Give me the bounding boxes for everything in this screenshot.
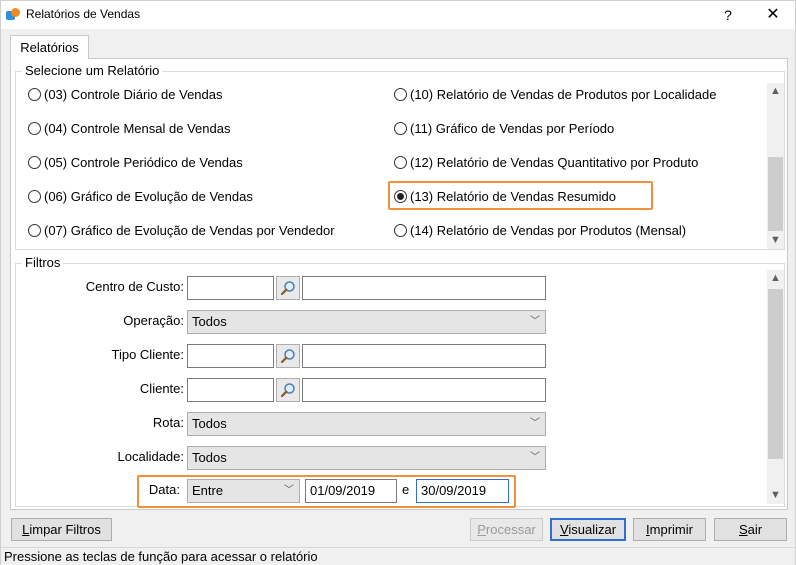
data-mode-value: Entre (192, 483, 224, 498)
report-option-label: (11) Gráfico de Vendas por Período (410, 120, 615, 136)
centro-custo-label: Centro de Custo: (85, 279, 184, 294)
operacao-label: Operação: (123, 313, 184, 328)
close-button[interactable]: ✕ (763, 5, 783, 25)
button-label: air (747, 522, 763, 537)
tipo-cliente-search-icon[interactable] (276, 344, 300, 368)
report-option-07[interactable]: (07) Gráfico de Evolução de Vendas por V… (28, 219, 335, 241)
data-separator: e (402, 482, 410, 497)
report-option-label: (06) Gráfico de Evolução de Vendas (44, 188, 253, 204)
radio-icon (394, 155, 407, 169)
localidade-value: Todos (192, 450, 227, 465)
centro-custo-desc-input[interactable] (302, 276, 546, 300)
data-to-input[interactable]: 30/09/2019 (416, 479, 509, 503)
report-option-label: (14) Relatório de Vendas por Produtos (M… (410, 222, 687, 238)
report-option-12[interactable]: (12) Relatório de Vendas Quantitativo po… (394, 151, 698, 173)
help-button[interactable]: ? (718, 5, 738, 25)
mnemonic: S (738, 522, 748, 537)
tab-relatorios[interactable]: Relatórios (10, 35, 89, 59)
scroll-down-icon[interactable]: ▼ (767, 487, 784, 504)
report-option-06[interactable]: (06) Gráfico de Evolução de Vendas (28, 185, 253, 207)
imprimir-button[interactable]: Imprimir (633, 518, 706, 541)
report-option-label: (10) Relatório de Vendas de Produtos por… (410, 86, 717, 102)
data-mode-select[interactable]: Entre ﹀ (187, 479, 300, 503)
reports-group: Selecione um Relatório (03) Controle Diá… (15, 63, 785, 250)
localidade-select[interactable]: Todos ﹀ (187, 446, 546, 470)
data-label: Data: (148, 482, 180, 497)
scroll-down-icon[interactable]: ▼ (767, 232, 784, 249)
reports-group-label: Selecione um Relatório (22, 63, 163, 78)
radio-icon (28, 121, 41, 135)
rota-label: Rota: (152, 415, 184, 430)
radio-icon (394, 87, 407, 101)
radio-icon (28, 189, 41, 203)
radio-icon (394, 121, 407, 135)
status-bar: Pressione as teclas de função para acess… (1, 547, 795, 565)
limpar-filtros-button[interactable]: Limpar Filtros (11, 518, 112, 541)
radio-icon (28, 87, 41, 101)
report-option-03[interactable]: (03) Controle Diário de Vendas (28, 83, 223, 105)
cliente-search-icon[interactable] (276, 378, 300, 402)
data-from-input[interactable]: 01/09/2019 (305, 479, 397, 503)
tipo-cliente-code-input[interactable] (187, 344, 274, 368)
operacao-select[interactable]: Todos ﹀ (187, 310, 546, 334)
button-label: rocessar (485, 522, 536, 537)
centro-custo-search-icon[interactable] (276, 276, 300, 300)
report-option-label: (13) Relatório de Vendas Resumido (410, 188, 616, 204)
chevron-down-icon: ﹀ (284, 485, 294, 496)
filters-group-label: Filtros (22, 255, 64, 270)
processar-button[interactable]: Processar (470, 518, 543, 541)
button-label: impar Filtros (29, 522, 101, 537)
mnemonic: P (477, 522, 486, 537)
scroll-up-icon[interactable]: ▲ (767, 270, 784, 287)
rota-value: Todos (192, 416, 227, 431)
report-option-11[interactable]: (11) Gráfico de Vendas por Período (394, 117, 614, 139)
report-option-04[interactable]: (04) Controle Mensal de Vendas (28, 117, 230, 139)
rota-select[interactable]: Todos ﹀ (187, 412, 546, 436)
reports-scrollbar[interactable]: ▲ ▼ (767, 83, 784, 249)
radio-checked-icon (394, 189, 407, 203)
report-window: Relatórios de Vendas ? ✕ Relatórios Sele… (0, 0, 796, 565)
report-option-label: (03) Controle Diário de Vendas (44, 86, 223, 102)
radio-icon (28, 223, 41, 237)
cliente-code-input[interactable] (187, 378, 274, 402)
report-option-label: (04) Controle Mensal de Vendas (44, 120, 231, 136)
button-label: mprimir (649, 522, 693, 537)
sair-button[interactable]: Sair (714, 518, 787, 541)
chevron-down-icon: ﹀ (530, 316, 540, 327)
centro-custo-code-input[interactable] (187, 276, 274, 300)
filters-scrollbar[interactable]: ▲ ▼ (767, 270, 784, 504)
operacao-value: Todos (192, 314, 227, 329)
report-option-13[interactable]: (13) Relatório de Vendas Resumido (394, 185, 616, 207)
report-option-label: (07) Gráfico de Evolução de Vendas por V… (44, 222, 335, 238)
tab-panel: Selecione um Relatório (03) Controle Diá… (10, 58, 788, 510)
radio-icon (394, 223, 407, 237)
report-option-10[interactable]: (10) Relatório de Vendas de Produtos por… (394, 83, 716, 105)
app-icon (6, 8, 20, 22)
button-label: isualizar (568, 522, 617, 537)
chevron-down-icon: ﹀ (530, 418, 540, 429)
cliente-label: Cliente: (139, 381, 184, 396)
tipo-cliente-desc-input[interactable] (302, 344, 546, 368)
cliente-desc-input[interactable] (302, 378, 546, 402)
radio-icon (28, 155, 41, 169)
scroll-thumb[interactable] (768, 289, 783, 459)
scroll-up-icon[interactable]: ▲ (767, 83, 784, 100)
visualizar-button[interactable]: Visualizar (550, 518, 626, 541)
filters-group: Filtros Centro de Custo: Operação: Todos… (15, 255, 785, 508)
window-title: Relatórios de Vendas (26, 7, 141, 21)
report-option-05[interactable]: (05) Controle Periódico de Vendas (28, 151, 243, 173)
report-option-label: (05) Controle Periódico de Vendas (44, 154, 243, 170)
report-option-14[interactable]: (14) Relatório de Vendas por Produtos (M… (394, 219, 686, 241)
localidade-label: Localidade: (117, 449, 185, 464)
chevron-down-icon: ﹀ (530, 452, 540, 463)
report-option-label: (12) Relatório de Vendas Quantitativo po… (410, 154, 699, 170)
title-bar: Relatórios de Vendas ? ✕ (1, 1, 795, 29)
tipo-cliente-label: Tipo Cliente: (111, 347, 185, 362)
scroll-thumb[interactable] (768, 157, 783, 231)
